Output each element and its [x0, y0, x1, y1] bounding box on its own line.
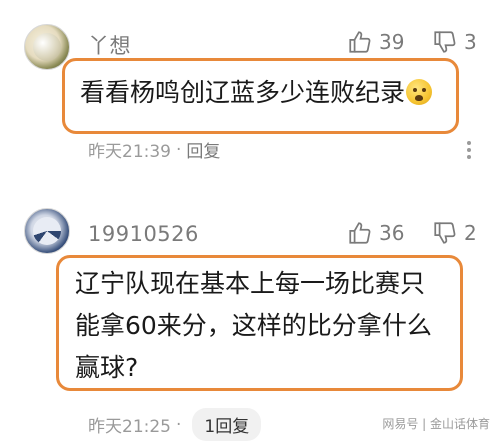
comment-item: 19910526 36 2 辽宁队现在基本上每一场比赛只能拿60来分，这样的比分… [0, 200, 500, 441]
watermark: 网易号 | 金山话体育 [382, 417, 490, 431]
comment-time: 昨天21:25 [88, 417, 171, 437]
comment-meta: 昨天21:25 · 1回复 [88, 408, 262, 441]
crying-face-icon [406, 79, 433, 105]
thumbs-down-icon [434, 222, 456, 244]
comment-username[interactable]: 丫想 [88, 30, 131, 60]
dislike-button[interactable]: 2 [432, 220, 477, 246]
avatar[interactable] [24, 24, 70, 70]
thumbs-down-icon [434, 31, 456, 53]
comment-text: 辽宁队现在基本上每一场比赛只能拿60来分，这样的比分拿什么赢球? [75, 269, 432, 382]
more-options-icon[interactable] [466, 138, 472, 162]
thumbs-up-icon [349, 31, 371, 53]
separator-dot: · [176, 414, 182, 435]
avatar[interactable] [24, 208, 70, 254]
thumbs-up-icon [349, 222, 371, 244]
like-count: 36 [379, 221, 405, 245]
comment-item: 丫想 39 3 看看杨鸣创辽蓝多少连败纪录 昨天21:39 · 回复 [0, 0, 500, 190]
comment-time: 昨天21:39 [88, 142, 171, 162]
like-button[interactable]: 39 [347, 29, 404, 55]
reply-button[interactable]: 回复 [186, 137, 220, 162]
reply-button[interactable]: 1回复 [192, 408, 262, 441]
dislike-button[interactable]: 3 [432, 29, 477, 55]
comment-meta: 昨天21:39 · 回复 [88, 137, 220, 163]
like-count: 39 [379, 30, 405, 54]
comment-username[interactable]: 19910526 [88, 222, 199, 246]
like-button[interactable]: 36 [347, 220, 404, 246]
comment-text: 看看杨鸣创辽蓝多少连败纪录 [80, 72, 450, 114]
dislike-count: 2 [464, 221, 477, 245]
dislike-count: 3 [464, 30, 477, 54]
separator-dot: · [176, 139, 182, 160]
